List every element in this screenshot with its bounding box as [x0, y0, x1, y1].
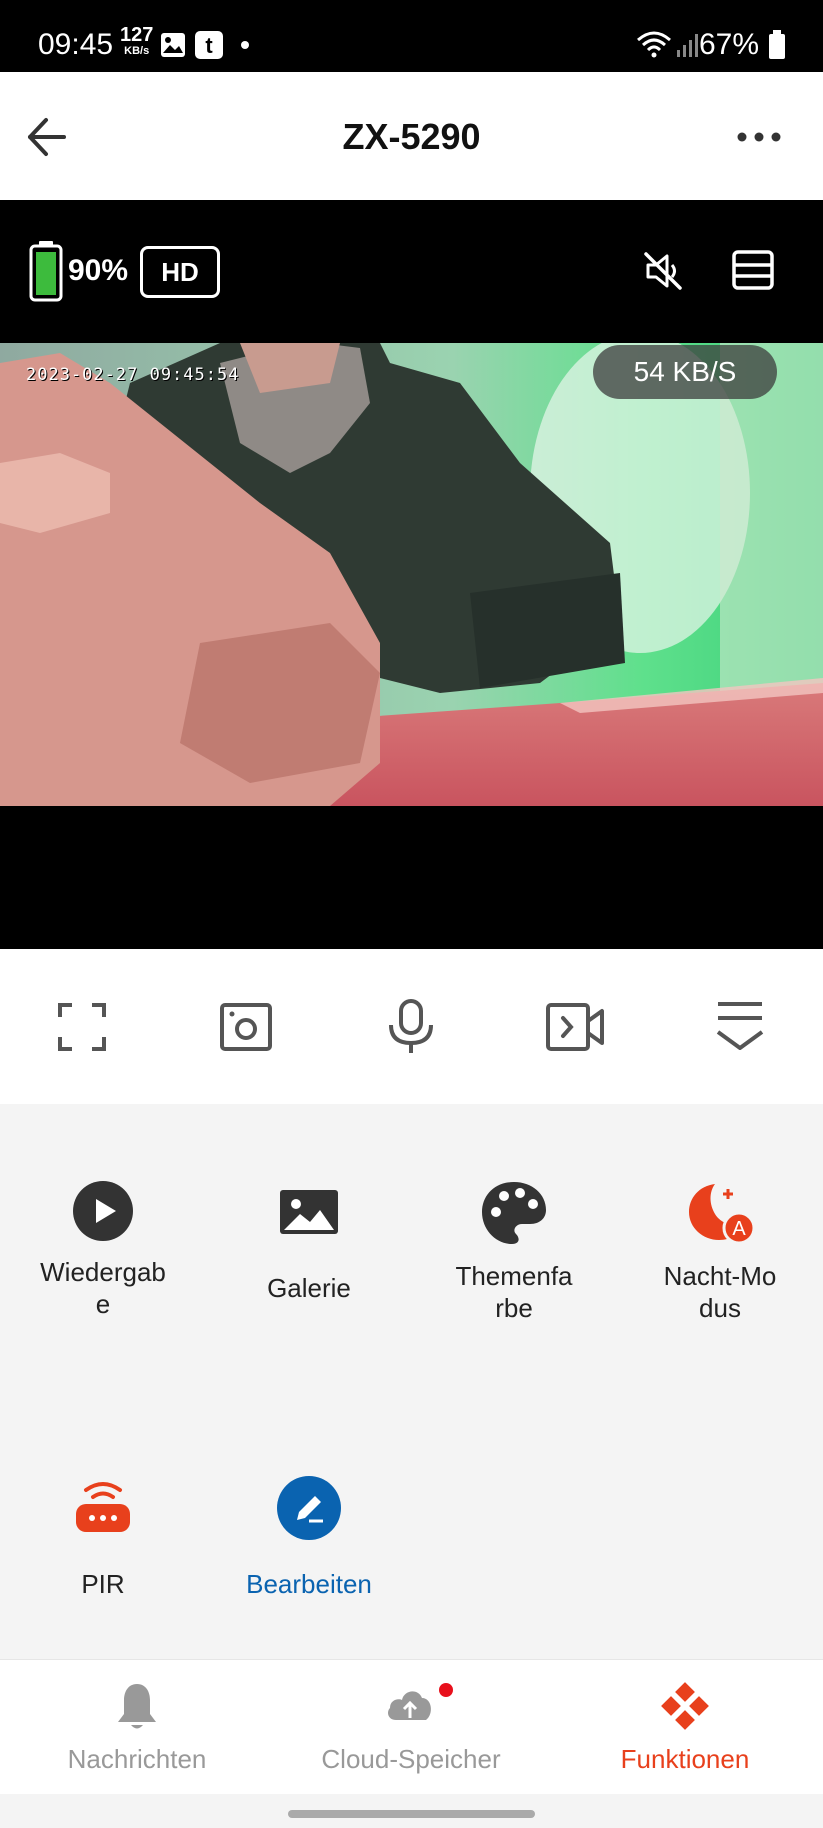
net-speed: 127 KB/s — [120, 24, 154, 58]
bitrate-badge: 54 KB/S — [593, 345, 777, 399]
feature-label: PIR — [81, 1569, 125, 1599]
gallery-notification-icon — [161, 33, 185, 57]
mute-icon[interactable] — [640, 248, 686, 294]
record-video-icon[interactable] — [546, 1003, 604, 1051]
cloud-upload-icon — [388, 1691, 431, 1720]
signal-icon — [677, 34, 698, 57]
feature-label: Galerie — [267, 1273, 351, 1303]
image-icon — [280, 1190, 338, 1234]
nav-item-cloud-speicher[interactable]: Cloud-Speicher — [274, 1660, 548, 1795]
video-frame-image — [0, 343, 823, 806]
status-time: 09:45 — [38, 28, 114, 61]
feature-theme-color[interactable]: Themenfa rbe — [424, 1180, 604, 1324]
wifi-icon — [637, 31, 671, 58]
video-timestamp: 2023-02-27 09:45:54 — [26, 365, 240, 385]
feature-gallery[interactable]: Galerie — [219, 1180, 399, 1304]
feature-edit[interactable]: Bearbeiten — [219, 1476, 399, 1600]
home-indicator-area — [0, 1794, 823, 1828]
nav-item-nachrichten[interactable]: Nachrichten — [0, 1660, 274, 1795]
play-circle-icon — [73, 1181, 133, 1241]
bell-icon — [118, 1684, 156, 1729]
functions-icon — [661, 1682, 709, 1730]
feature-grid: Wiedergab e Galerie Themenfa rbe A Nacht… — [0, 1104, 823, 1659]
feature-label: Bearbeiten — [246, 1569, 372, 1599]
screenshot-icon[interactable] — [220, 1003, 272, 1051]
net-speed-unit: KB/s — [124, 45, 150, 57]
feature-label: Nacht-Mo dus — [663, 1261, 777, 1323]
notification-dot-icon — [439, 1683, 453, 1697]
page-title: ZX-5290 — [342, 116, 481, 157]
status-battery-percent: 67% — [698, 28, 759, 61]
battery-icon — [769, 30, 785, 59]
more-options-icon[interactable] — [736, 130, 782, 144]
nav-label: Funktionen — [620, 1744, 750, 1774]
nav-label: Cloud-Speicher — [321, 1744, 501, 1774]
feature-night-mode[interactable]: A Nacht-Mo dus — [630, 1180, 810, 1324]
bottom-navigation: Nachrichten Cloud-Speicher Funktionen — [0, 1659, 823, 1794]
layout-toggle-icon[interactable] — [732, 250, 774, 290]
fullscreen-icon[interactable] — [58, 1003, 106, 1051]
home-indicator[interactable] — [288, 1810, 535, 1818]
svg-text:t: t — [205, 33, 213, 58]
collapse-panel-icon[interactable] — [716, 1001, 764, 1051]
app-notification-icon: t — [195, 31, 223, 59]
device-battery-icon — [29, 241, 63, 302]
night-mode-icon: A — [689, 1184, 755, 1245]
video-toolbar: 90% HD — [0, 200, 823, 343]
feature-pir[interactable]: PIR — [13, 1476, 193, 1600]
quality-toggle-button[interactable]: HD — [140, 246, 220, 298]
edit-icon — [277, 1476, 341, 1540]
microphone-icon[interactable] — [386, 999, 436, 1055]
nav-label: Nachrichten — [67, 1744, 207, 1774]
playback-controls — [0, 949, 823, 1104]
pir-sensor-icon — [76, 1482, 130, 1532]
feature-label: Themenfa rbe — [455, 1261, 573, 1323]
video-letterbox — [0, 806, 823, 949]
dot-icon — [241, 41, 249, 49]
feature-label: Wiedergab e — [40, 1257, 166, 1319]
live-video-feed[interactable]: 2023-02-27 09:45:54 54 KB/S — [0, 343, 823, 806]
palette-icon — [482, 1182, 546, 1244]
status-bar: 09:45 127 KB/s t 67% — [0, 0, 823, 72]
net-speed-value: 127 — [120, 24, 154, 46]
nav-item-funktionen[interactable]: Funktionen — [548, 1660, 822, 1795]
feature-playback[interactable]: Wiedergab e — [13, 1180, 193, 1320]
app-header: ZX-5290 — [0, 72, 823, 200]
device-battery-percent: 90% — [68, 254, 129, 287]
svg-text:A: A — [732, 1218, 746, 1240]
